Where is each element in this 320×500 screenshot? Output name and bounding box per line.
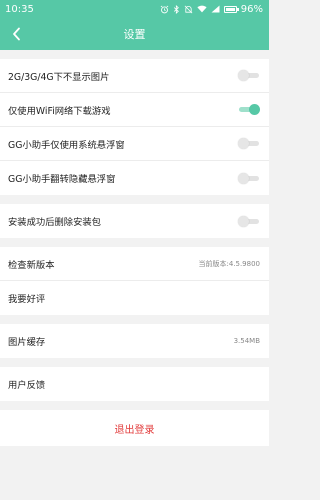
setting-row-no-images[interactable]: 2G/3G/4G下不显示图片 <box>0 59 269 93</box>
back-arrow-icon[interactable] <box>6 18 26 50</box>
current-version: 当前版本:4.5.9800 <box>198 259 260 268</box>
status-time: 10:35 <box>5 3 34 15</box>
feedback-group: 用户反馈 <box>0 367 269 401</box>
setting-row-flip-hide[interactable]: GG小助手翻转隐藏悬浮窗 <box>0 161 269 195</box>
rate-app-row[interactable]: 我要好评 <box>0 281 269 315</box>
image-cache-label: 图片缓存 <box>8 337 46 348</box>
delete-package-toggle[interactable] <box>238 215 260 227</box>
cell-signal-icon <box>211 5 220 13</box>
section-gap <box>0 195 269 204</box>
title-bar: 设置 <box>0 18 269 50</box>
about-group: 检查新版本 当前版本:4.5.9800 我要好评 <box>0 247 269 315</box>
bluetooth-icon <box>173 4 180 14</box>
section-gap <box>0 50 269 59</box>
setting-label: GG小助手仅使用系统悬浮窗 <box>8 139 125 151</box>
check-update-row[interactable]: 检查新版本 当前版本:4.5.9800 <box>0 247 269 281</box>
section-gap <box>0 401 269 410</box>
setting-row-wifi-only[interactable]: 仅使用WiFi网络下载游戏 <box>0 93 269 127</box>
silent-icon <box>184 5 193 14</box>
install-settings-group: 安装成功后删除安装包 <box>0 204 269 238</box>
cache-group: 图片缓存 3.54MB <box>0 324 269 358</box>
logout-button[interactable]: 退出登录 <box>0 410 269 446</box>
network-settings-group: 2G/3G/4G下不显示图片 仅使用WiFi网络下载游戏 GG小助手仅使用系统悬… <box>0 59 269 195</box>
page-title: 设置 <box>123 28 146 41</box>
feedback-label: 用户反馈 <box>8 380 46 391</box>
setting-row-delete-package[interactable]: 安装成功后删除安装包 <box>0 204 269 238</box>
setting-row-system-float[interactable]: GG小助手仅使用系统悬浮窗 <box>0 127 269 161</box>
section-gap <box>0 238 269 247</box>
system-float-toggle[interactable] <box>238 138 260 149</box>
wifi-only-toggle[interactable] <box>238 104 260 115</box>
feedback-row[interactable]: 用户反馈 <box>0 367 269 401</box>
wifi-icon <box>197 5 207 13</box>
check-update-label: 检查新版本 <box>8 259 55 271</box>
status-bar: 10:35 96% <box>0 0 269 18</box>
logout-label: 退出登录 <box>114 424 155 436</box>
rate-app-label: 我要好评 <box>8 294 46 305</box>
section-gap <box>0 315 269 324</box>
alarm-icon <box>160 5 169 14</box>
section-gap <box>0 358 269 367</box>
flip-hide-toggle[interactable] <box>238 172 260 184</box>
image-cache-size: 3.54MB <box>233 337 260 345</box>
no-images-toggle[interactable] <box>238 70 260 81</box>
setting-label: GG小助手翻转隐藏悬浮窗 <box>8 174 116 185</box>
battery-icon <box>223 5 239 13</box>
setting-label: 2G/3G/4G下不显示图片 <box>8 71 110 83</box>
status-icons: 96% <box>160 4 263 15</box>
image-cache-row[interactable]: 图片缓存 3.54MB <box>0 324 269 358</box>
setting-label: 仅使用WiFi网络下载游戏 <box>8 105 111 117</box>
battery-percent: 96% <box>240 3 263 15</box>
setting-label: 安装成功后删除安装包 <box>8 217 101 228</box>
